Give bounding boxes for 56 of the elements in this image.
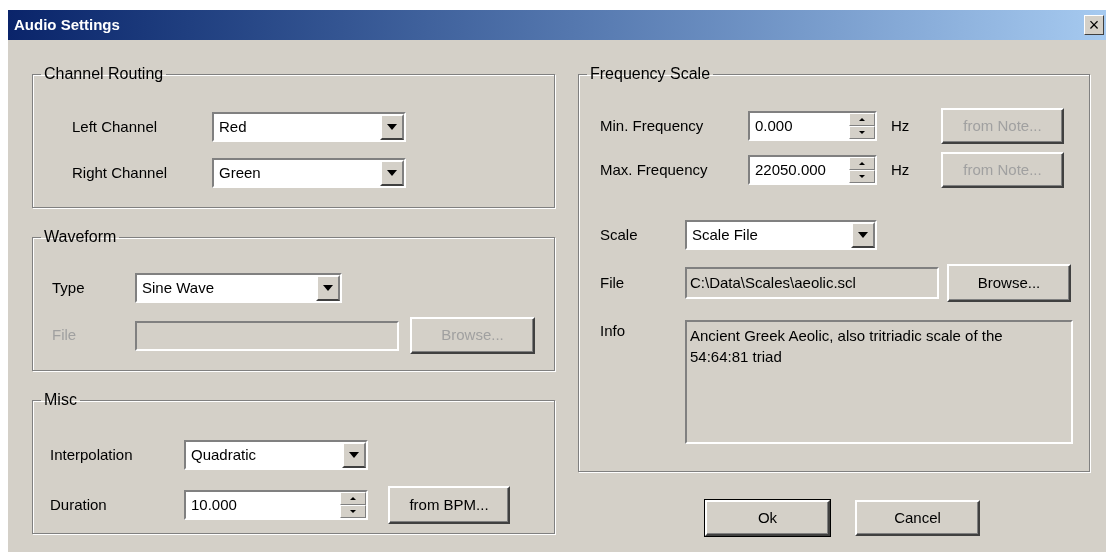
field-label: Max. Frequency: [600, 159, 709, 180]
dropdown-button[interactable]: [851, 222, 875, 248]
dropdown-value: Sine Wave: [141, 277, 215, 298]
close-button[interactable]: ×: [1084, 15, 1104, 35]
down-arrow-icon: [859, 175, 865, 178]
dropdown-arrow-icon: [323, 285, 333, 291]
up-arrow-icon: [859, 162, 865, 165]
unit-label: Hz: [891, 115, 911, 136]
up-arrow-icon: [859, 118, 865, 121]
group-title: Misc: [43, 390, 78, 410]
field-label: Right Channel: [72, 162, 169, 183]
field-label: Min. Frequency: [600, 115, 705, 136]
dropdown[interactable]: Sine Wave: [135, 273, 342, 303]
dropdown-button[interactable]: [342, 442, 366, 468]
dropdown-button[interactable]: [380, 114, 404, 140]
group-title: Channel Routing: [43, 64, 165, 84]
field-label: File: [600, 272, 626, 293]
info-text-area: Ancient Greek Aeolic, also tritriadic scale of the 54:64:81 triad: [685, 320, 1073, 444]
field-label: Scale: [600, 224, 639, 245]
spin-up-button[interactable]: [849, 113, 875, 126]
dropdown-value: Red: [218, 116, 248, 137]
spin-down-button[interactable]: [340, 505, 366, 518]
dropdown[interactable]: Green: [212, 158, 406, 188]
dropdown-arrow-icon: [858, 232, 868, 238]
field-label: Left Channel: [72, 116, 159, 137]
spin-down-button[interactable]: [849, 170, 875, 183]
push-button[interactable]: Ok: [705, 500, 830, 536]
spin-up-button[interactable]: [849, 157, 875, 170]
dropdown-value: Scale File: [691, 224, 759, 245]
down-arrow-icon: [859, 131, 865, 134]
spin-down-button[interactable]: [849, 126, 875, 139]
dropdown[interactable]: Quadratic: [184, 440, 368, 470]
dropdown-arrow-icon: [387, 170, 397, 176]
field-label: Info: [600, 321, 627, 341]
group-title: Waveform: [43, 227, 118, 247]
dropdown-button[interactable]: [380, 160, 404, 186]
dropdown-button[interactable]: [316, 275, 340, 301]
dropdown-arrow-icon: [349, 452, 359, 458]
file-path-field[interactable]: C:\Data\Scales\aeolic.scl: [685, 267, 939, 299]
dropdown-value: Green: [218, 162, 262, 183]
group-title: Frequency Scale: [589, 64, 712, 84]
spin-up-button[interactable]: [340, 492, 366, 505]
dropdown-value: Quadratic: [190, 444, 258, 465]
unit-label: Hz: [891, 159, 911, 180]
window-title: Audio Settings: [14, 14, 120, 35]
dropdown[interactable]: Scale File: [685, 220, 877, 250]
dropdown-arrow-icon: [387, 124, 397, 130]
up-arrow-icon: [350, 497, 356, 500]
down-arrow-icon: [350, 510, 356, 513]
dropdown[interactable]: Red: [212, 112, 406, 142]
push-button[interactable]: Browse...: [947, 264, 1071, 302]
push-button[interactable]: from BPM...: [388, 486, 510, 524]
field-label: Interpolation: [50, 444, 134, 465]
push-button[interactable]: Cancel: [855, 500, 980, 536]
field-label: Type: [52, 277, 86, 298]
field-label: Duration: [50, 494, 108, 515]
